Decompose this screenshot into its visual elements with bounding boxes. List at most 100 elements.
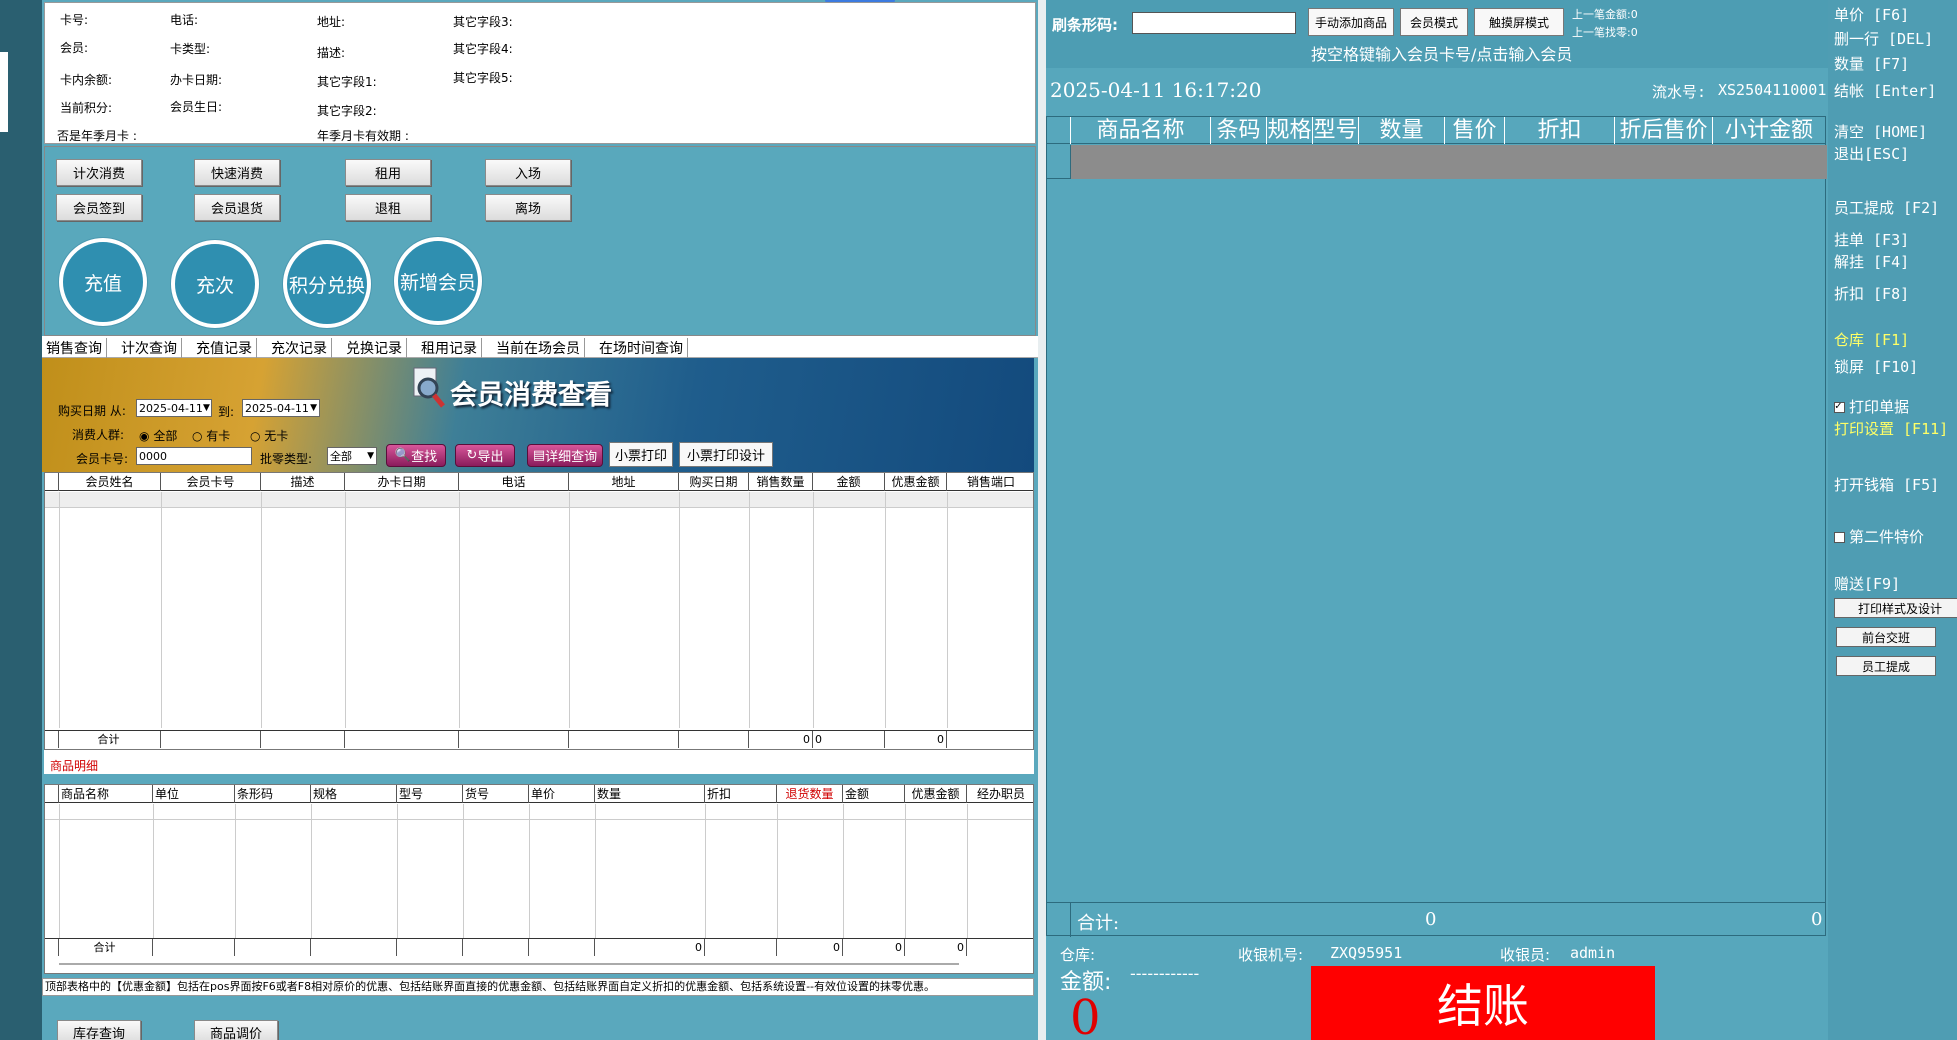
discount-shortcut[interactable]: 折扣 [F8] <box>1834 283 1909 304</box>
print-receipt-checkbox[interactable]: 打印单据 <box>1834 396 1909 417</box>
price-adjust-button[interactable]: 商品调价 <box>194 1020 278 1040</box>
tab-exchange-records[interactable]: 兑换记录 <box>342 338 407 358</box>
checkout-button[interactable]: 结账 <box>1311 966 1655 1040</box>
recharge-count-button[interactable]: 充次 <box>171 240 259 328</box>
col-issue-date[interactable]: 办卡日期 <box>345 473 459 491</box>
cart-col-model[interactable]: 型号 <box>1313 117 1359 144</box>
wholesale-select[interactable]: 全部 ▼ <box>327 447 377 465</box>
cart-total-row: 合计: 0 0 <box>1047 902 1825 937</box>
exit-shortcut[interactable]: 退出[ESC] <box>1834 143 1909 164</box>
detail-grid-row[interactable] <box>45 804 1033 820</box>
print-settings-shortcut[interactable]: 打印设置 [F11] <box>1834 418 1948 439</box>
cart-col-name[interactable]: 商品名称 <box>1071 117 1211 144</box>
member-checkin-button[interactable]: 会员签到 <box>56 194 142 221</box>
gift-shortcut[interactable]: 赠送[F9] <box>1834 573 1900 594</box>
add-member-button[interactable]: 新增会员 <box>394 237 482 325</box>
col-desc[interactable]: 描述 <box>261 473 345 491</box>
search-button[interactable]: 🔍 查找 <box>386 444 446 467</box>
return-rent-button[interactable]: 退租 <box>345 194 431 221</box>
card-no-input[interactable]: 0000 <box>136 447 252 465</box>
clear-shortcut[interactable]: 清空 [HOME] <box>1834 121 1927 142</box>
leave-button[interactable]: 离场 <box>485 194 571 221</box>
export-button[interactable]: ↻ 导出 <box>455 444 515 467</box>
cart-col-qty[interactable]: 数量 <box>1359 117 1445 144</box>
hang-order-shortcut[interactable]: 挂单 [F3] <box>1834 229 1909 250</box>
date-from-picker[interactable]: 2025-04-11 ▼ <box>136 399 212 417</box>
col-unit-price[interactable]: 单价 <box>529 785 595 803</box>
col-discount-rate[interactable]: 折扣 <box>705 785 777 803</box>
quantity-shortcut[interactable]: 数量 [F7] <box>1834 53 1909 74</box>
member-return-button[interactable]: 会员退货 <box>194 194 280 221</box>
delete-row-shortcut[interactable]: 删一行 [DEL] <box>1834 28 1933 49</box>
col-sales-qty[interactable]: 销售数量 <box>749 473 813 491</box>
col-discount[interactable]: 优惠金额 <box>885 473 947 491</box>
col-member-card[interactable]: 会员卡号 <box>161 473 261 491</box>
crowd-radio-card[interactable]: ○ 有卡 <box>192 427 230 444</box>
col-discount2[interactable]: 优惠金额 <box>905 785 967 803</box>
points-exchange-button[interactable]: 积分兑换 <box>283 240 371 328</box>
recharge-button[interactable]: 充值 <box>59 238 147 326</box>
col-item-no[interactable]: 货号 <box>463 785 529 803</box>
tab-rent-records[interactable]: 租用记录 <box>417 338 482 358</box>
cart-grid[interactable]: 商品名称 条码 规格 型号 数量 售价 折扣 折后售价 小计金额 合计: 0 0 <box>1046 116 1827 937</box>
receipt-print-button[interactable]: 小票打印 <box>609 442 673 467</box>
col-amount[interactable]: 金额 <box>813 473 885 491</box>
receipt-print-design-button[interactable]: 小票打印设计 <box>679 442 773 467</box>
col-return-qty[interactable]: 退货数量 <box>777 785 843 803</box>
member-input-hint[interactable]: 按空格键输入会员卡号/点击输入会员 <box>1311 41 1572 65</box>
col-unit[interactable]: 单位 <box>153 785 235 803</box>
cart-col-discounted-price[interactable]: 折后售价 <box>1615 117 1713 144</box>
staff-commission-button[interactable]: 员工提成 <box>1836 656 1936 676</box>
unhang-order-shortcut[interactable]: 解挂 [F4] <box>1834 251 1909 272</box>
col-phone[interactable]: 电话 <box>459 473 569 491</box>
crowd-radio-nocard[interactable]: ○ 无卡 <box>250 427 288 444</box>
cart-col-discount[interactable]: 折扣 <box>1505 117 1615 144</box>
unit-price-shortcut[interactable]: 单价 [F6] <box>1834 4 1909 25</box>
print-style-button[interactable]: 打印样式及设计 <box>1834 598 1957 618</box>
second-special-checkbox[interactable]: 第二件特价 <box>1834 526 1924 547</box>
horizontal-scrollbar[interactable] <box>59 963 959 965</box>
date-to-picker[interactable]: 2025-04-11 ▼ <box>242 399 320 417</box>
tab-count-query[interactable]: 计次查询 <box>117 338 182 358</box>
col-barcode[interactable]: 条形码 <box>235 785 311 803</box>
count-consume-button[interactable]: 计次消费 <box>56 159 142 186</box>
crowd-radio-all[interactable]: ◉ 全部 <box>139 427 177 444</box>
col-sales-port[interactable]: 销售端口 <box>947 473 1033 491</box>
touch-mode-button[interactable]: 触摸屏模式 <box>1474 8 1564 36</box>
manual-add-button[interactable]: 手动添加商品 <box>1308 8 1394 36</box>
col-buy-date[interactable]: 购买日期 <box>679 473 749 491</box>
cart-col-spec[interactable]: 规格 <box>1267 117 1313 144</box>
quick-consume-button[interactable]: 快速消费 <box>194 159 280 186</box>
sales-grid[interactable]: 会员姓名 会员卡号 描述 办卡日期 电话 地址 购买日期 销售数量 金额 优惠金… <box>44 472 1034 750</box>
cart-col-subtotal[interactable]: 小计金额 <box>1713 117 1825 144</box>
lock-screen-shortcut[interactable]: 锁屏 [F10] <box>1834 356 1918 377</box>
col-model[interactable]: 型号 <box>397 785 463 803</box>
barcode-input[interactable] <box>1132 12 1296 34</box>
shift-handover-button[interactable]: 前台交班 <box>1836 627 1936 647</box>
col-qty[interactable]: 数量 <box>595 785 705 803</box>
detail-query-button[interactable]: ▤ 详细查询 <box>527 444 603 467</box>
tab-present-members[interactable]: 当前在场会员 <box>492 338 585 358</box>
tab-count-recharge-records[interactable]: 充次记录 <box>267 338 332 358</box>
col-spec[interactable]: 规格 <box>311 785 397 803</box>
tab-sales-query[interactable]: 销售查询 <box>42 338 107 358</box>
open-drawer-shortcut[interactable]: 打开钱箱 [F5] <box>1834 474 1939 495</box>
col-amount2[interactable]: 金额 <box>843 785 905 803</box>
warehouse-shortcut[interactable]: 仓库 [F1] <box>1834 329 1909 350</box>
col-member-name[interactable]: 会员姓名 <box>59 473 161 491</box>
stock-query-button[interactable]: 库存查询 <box>57 1020 141 1040</box>
enter-button[interactable]: 入场 <box>485 159 571 186</box>
col-operator[interactable]: 经办职员 <box>967 785 1033 803</box>
member-mode-button[interactable]: 会员模式 <box>1400 8 1468 36</box>
checkout-shortcut[interactable]: 结帐 [Enter] <box>1834 80 1936 101</box>
cart-row[interactable] <box>1071 145 1827 179</box>
staff-commission-shortcut[interactable]: 员工提成 [F2] <box>1834 197 1939 218</box>
detail-grid[interactable]: 商品名称 单位 条形码 规格 型号 货号 单价 数量 折扣 退货数量 金额 优惠… <box>44 784 1034 974</box>
tab-recharge-records[interactable]: 充值记录 <box>192 338 257 358</box>
cart-col-price[interactable]: 售价 <box>1445 117 1505 144</box>
col-address[interactable]: 地址 <box>569 473 679 491</box>
cart-col-barcode[interactable]: 条码 <box>1211 117 1267 144</box>
tab-presence-time[interactable]: 在场时间查询 <box>595 338 688 358</box>
col-product-name[interactable]: 商品名称 <box>59 785 153 803</box>
rent-button[interactable]: 租用 <box>345 159 431 186</box>
